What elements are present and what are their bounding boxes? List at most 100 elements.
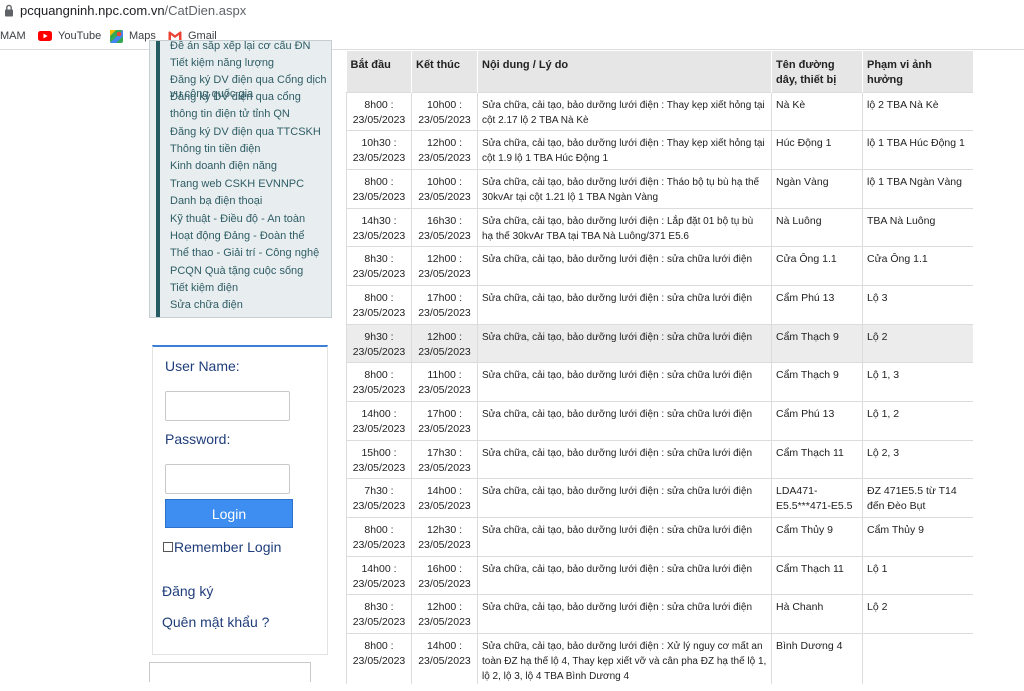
menu-item[interactable]: Trang web CSKH EVNNPC — [170, 176, 331, 193]
cell-line: Cẩm Thạch 9 — [771, 362, 863, 402]
cell-end: 10h00 : 23/05/2023 — [411, 91, 478, 131]
cell-start: 8h00 : 23/05/2023 — [346, 168, 412, 209]
register-link[interactable]: Đăng ký — [162, 583, 213, 599]
cell-end: 14h00 : 23/05/2023 — [411, 633, 478, 685]
header-scope: Phạm vi ảnh hưởng — [862, 51, 973, 92]
menu-item[interactable]: Thể thao - Giải trí - Công nghệ — [170, 245, 331, 262]
cell-start: 15h00 : 23/05/2023 — [346, 439, 412, 479]
cell-content: Sửa chữa, cải tạo, bảo dưỡng lưới điện :… — [477, 517, 772, 557]
cell-end: 16h30 : 23/05/2023 — [411, 207, 478, 247]
bookmark-label: MAM — [0, 30, 26, 42]
cell-end: 17h00 : 23/05/2023 — [411, 401, 478, 441]
cell-scope: lộ 1 TBA Húc Động 1 — [862, 130, 973, 170]
cell-start: 8h00 : 23/05/2023 — [346, 517, 412, 557]
bookmark-mam[interactable]: MAM — [0, 29, 26, 43]
cell-content: Sửa chữa, cải tạo, bảo dưỡng lưới điện :… — [477, 401, 772, 441]
cell-start: 8h00 : 23/05/2023 — [346, 362, 412, 402]
cell-scope: TBA Nà Luông — [862, 207, 973, 247]
cell-scope: Cẩm Thủy 9 — [862, 517, 973, 557]
cell-start: 14h00 : 23/05/2023 — [346, 401, 412, 441]
username-input[interactable] — [165, 391, 290, 421]
menu-item[interactable]: Thông tin tiền điện — [170, 141, 331, 158]
cell-content: Sửa chữa, cải tạo, bảo dưỡng lưới điện :… — [477, 246, 772, 286]
cell-start: 9h30 : 23/05/2023 — [346, 323, 412, 363]
menu-item[interactable]: PCQN Quà tặng cuộc sống — [170, 263, 331, 280]
cell-end: 10h00 : 23/05/2023 — [411, 168, 478, 209]
cell-line: Cẩm Thủy 9 — [771, 517, 863, 557]
url-host: pcquangninh.npc.com.vn — [20, 3, 165, 18]
cell-start: 8h30 : 23/05/2023 — [346, 246, 412, 286]
address-bar[interactable]: pcquangninh.npc.com.vn/CatDien.aspx — [0, 0, 1024, 22]
cell-scope — [862, 633, 973, 685]
bookmark-label: YouTube — [58, 30, 102, 42]
menu-item[interactable]: Kỹ thuật - Điều độ - An toàn — [170, 211, 331, 228]
cell-scope: Lộ 2, 3 — [862, 439, 973, 479]
menu-item[interactable]: Kinh doanh điện năng — [170, 158, 331, 175]
cell-end: 12h00 : 23/05/2023 — [411, 323, 478, 363]
cell-content: Sửa chữa, cải tạo, bảo dưỡng lưới điện :… — [477, 633, 772, 685]
login-button[interactable]: Login — [165, 499, 293, 528]
cell-scope: Cửa Ông 1.1 — [862, 246, 973, 286]
menu-item[interactable]: Danh bạ điện thoại — [170, 193, 331, 210]
table-row: 9h30 : 23/05/2023 12h00 : 23/05/2023 Sửa c… — [346, 323, 973, 363]
cell-line: LDA471-E5.5***471-E5.5 — [771, 478, 863, 518]
cell-scope: lộ 2 TBA Nà Kè — [862, 91, 973, 131]
menu-item[interactable]: Hoạt động Đảng - Đoàn thể — [170, 228, 331, 245]
menu-item[interactable]: Tiết kiệm điện — [170, 280, 331, 297]
cell-scope: Lộ 1, 3 — [862, 362, 973, 402]
cell-start: 8h00 : 23/05/2023 — [346, 284, 412, 325]
cell-scope: Lộ 2 — [862, 594, 973, 634]
cell-scope: Lộ 1 — [862, 555, 973, 595]
cell-scope: Lộ 3 — [862, 284, 973, 325]
outage-schedule-table: Bắt đầu Kết thúc Nội dung / Lý do Tên đư… — [346, 51, 973, 691]
bookmark-youtube[interactable]: YouTube — [38, 29, 101, 43]
cell-scope: Lộ 1, 2 — [862, 401, 973, 441]
url-path: /CatDien.aspx — [164, 3, 247, 18]
cell-end: 12h00 : 23/05/2023 — [411, 594, 478, 634]
menu-item[interactable]: Đề án sắp xếp lại cơ cấu ĐN — [170, 41, 331, 55]
menu-item[interactable]: Sửa chữa điện — [170, 297, 331, 314]
cell-end: 16h00 : 23/05/2023 — [411, 555, 478, 595]
cell-content: Sửa chữa, cải tạo, bảo dưỡng lưới điện :… — [477, 168, 772, 209]
cell-scope: ĐZ 471E5.5 từ T14 đến Đèo Bụt — [862, 478, 973, 518]
cell-end: 12h30 : 23/05/2023 — [411, 517, 478, 557]
cell-line: Cẩm Thạch 9 — [771, 323, 863, 363]
menu-item[interactable]: Tiết kiệm năng lượng — [170, 55, 331, 72]
login-panel: User Name: Password: Login Remember Logi… — [152, 345, 328, 655]
cell-end: 11h00 : 23/05/2023 — [411, 362, 478, 402]
remember-checkbox[interactable] — [163, 542, 173, 552]
table-row: 8h00 : 23/05/2023 17h00 : 23/05/2023 Sửa c… — [346, 284, 973, 325]
table-row: 8h30 : 23/05/2023 12h00 : 23/05/2023 Sửa c… — [346, 594, 973, 634]
forgot-password-link[interactable]: Quên mật khẩu ? — [162, 614, 269, 630]
cell-content: Sửa chữa, cải tạo, bảo dưỡng lưới điện :… — [477, 323, 772, 363]
cell-content: Sửa chữa, cải tạo, bảo dưỡng lưới điện :… — [477, 478, 772, 518]
menu-item[interactable]: Đăng ký DV điện qua TTCSKH — [170, 124, 331, 141]
cell-content: Sửa chữa, cải tạo, bảo dưỡng lưới điện :… — [477, 130, 772, 170]
cell-start: 8h30 : 23/05/2023 — [346, 594, 412, 634]
password-input[interactable] — [165, 464, 290, 494]
url-text[interactable]: pcquangninh.npc.com.vn/CatDien.aspx — [20, 3, 246, 18]
table-row: 8h00 : 23/05/2023 14h00 : 23/05/2023 Sửa c… — [346, 633, 973, 685]
table-row: 14h00 : 23/05/2023 16h00 : 23/05/2023 Sửa … — [346, 555, 973, 595]
cell-content: Sửa chữa, cải tạo, bảo dưỡng lưới điện :… — [477, 555, 772, 595]
password-label: Password: — [165, 431, 231, 447]
cell-content: Sửa chữa, cải tạo, bảo dưỡng lưới điện :… — [477, 284, 772, 325]
cell-line: Nà Luông — [771, 207, 863, 247]
cell-end: 12h00 : 23/05/2023 — [411, 246, 478, 286]
menu-list: Đề án sắp xếp lại cơ cấu ĐN Tiết kiệm nă… — [170, 41, 331, 315]
cell-line: Cửa Ông 1.1 — [771, 246, 863, 286]
cell-start: 14h30 : 23/05/2023 — [346, 207, 412, 247]
menu-item[interactable]: Đăng ký DV điện qua Cổng dịch vụ công qu… — [170, 73, 331, 100]
table-row: 8h00 : 23/05/2023 10h00 : 23/05/2023 Sửa c… — [346, 91, 973, 131]
table-row: 8h00 : 23/05/2023 10h00 : 23/05/2023 Sửa c… — [346, 168, 973, 209]
menu-item[interactable]: thông tin điện tử tỉnh QN — [170, 106, 331, 123]
cell-end: 17h00 : 23/05/2023 — [411, 284, 478, 325]
cell-start: 7h30 : 23/05/2023 — [346, 478, 412, 518]
table-row: 8h00 : 23/05/2023 11h00 : 23/05/2023 Sửa c… — [346, 362, 973, 402]
cell-line: Cẩm Thạch 11 — [771, 439, 863, 479]
youtube-icon — [38, 31, 52, 41]
table-row: 14h00 : 23/05/2023 17h00 : 23/05/2023 Sửa … — [346, 401, 973, 441]
table-row: 7h30 : 23/05/2023 14h00 : 23/05/2023 Sửa c… — [346, 478, 973, 518]
header-line: Tên đường dây, thiết bị — [771, 51, 863, 92]
cell-start: 10h30 : 23/05/2023 — [346, 130, 412, 170]
